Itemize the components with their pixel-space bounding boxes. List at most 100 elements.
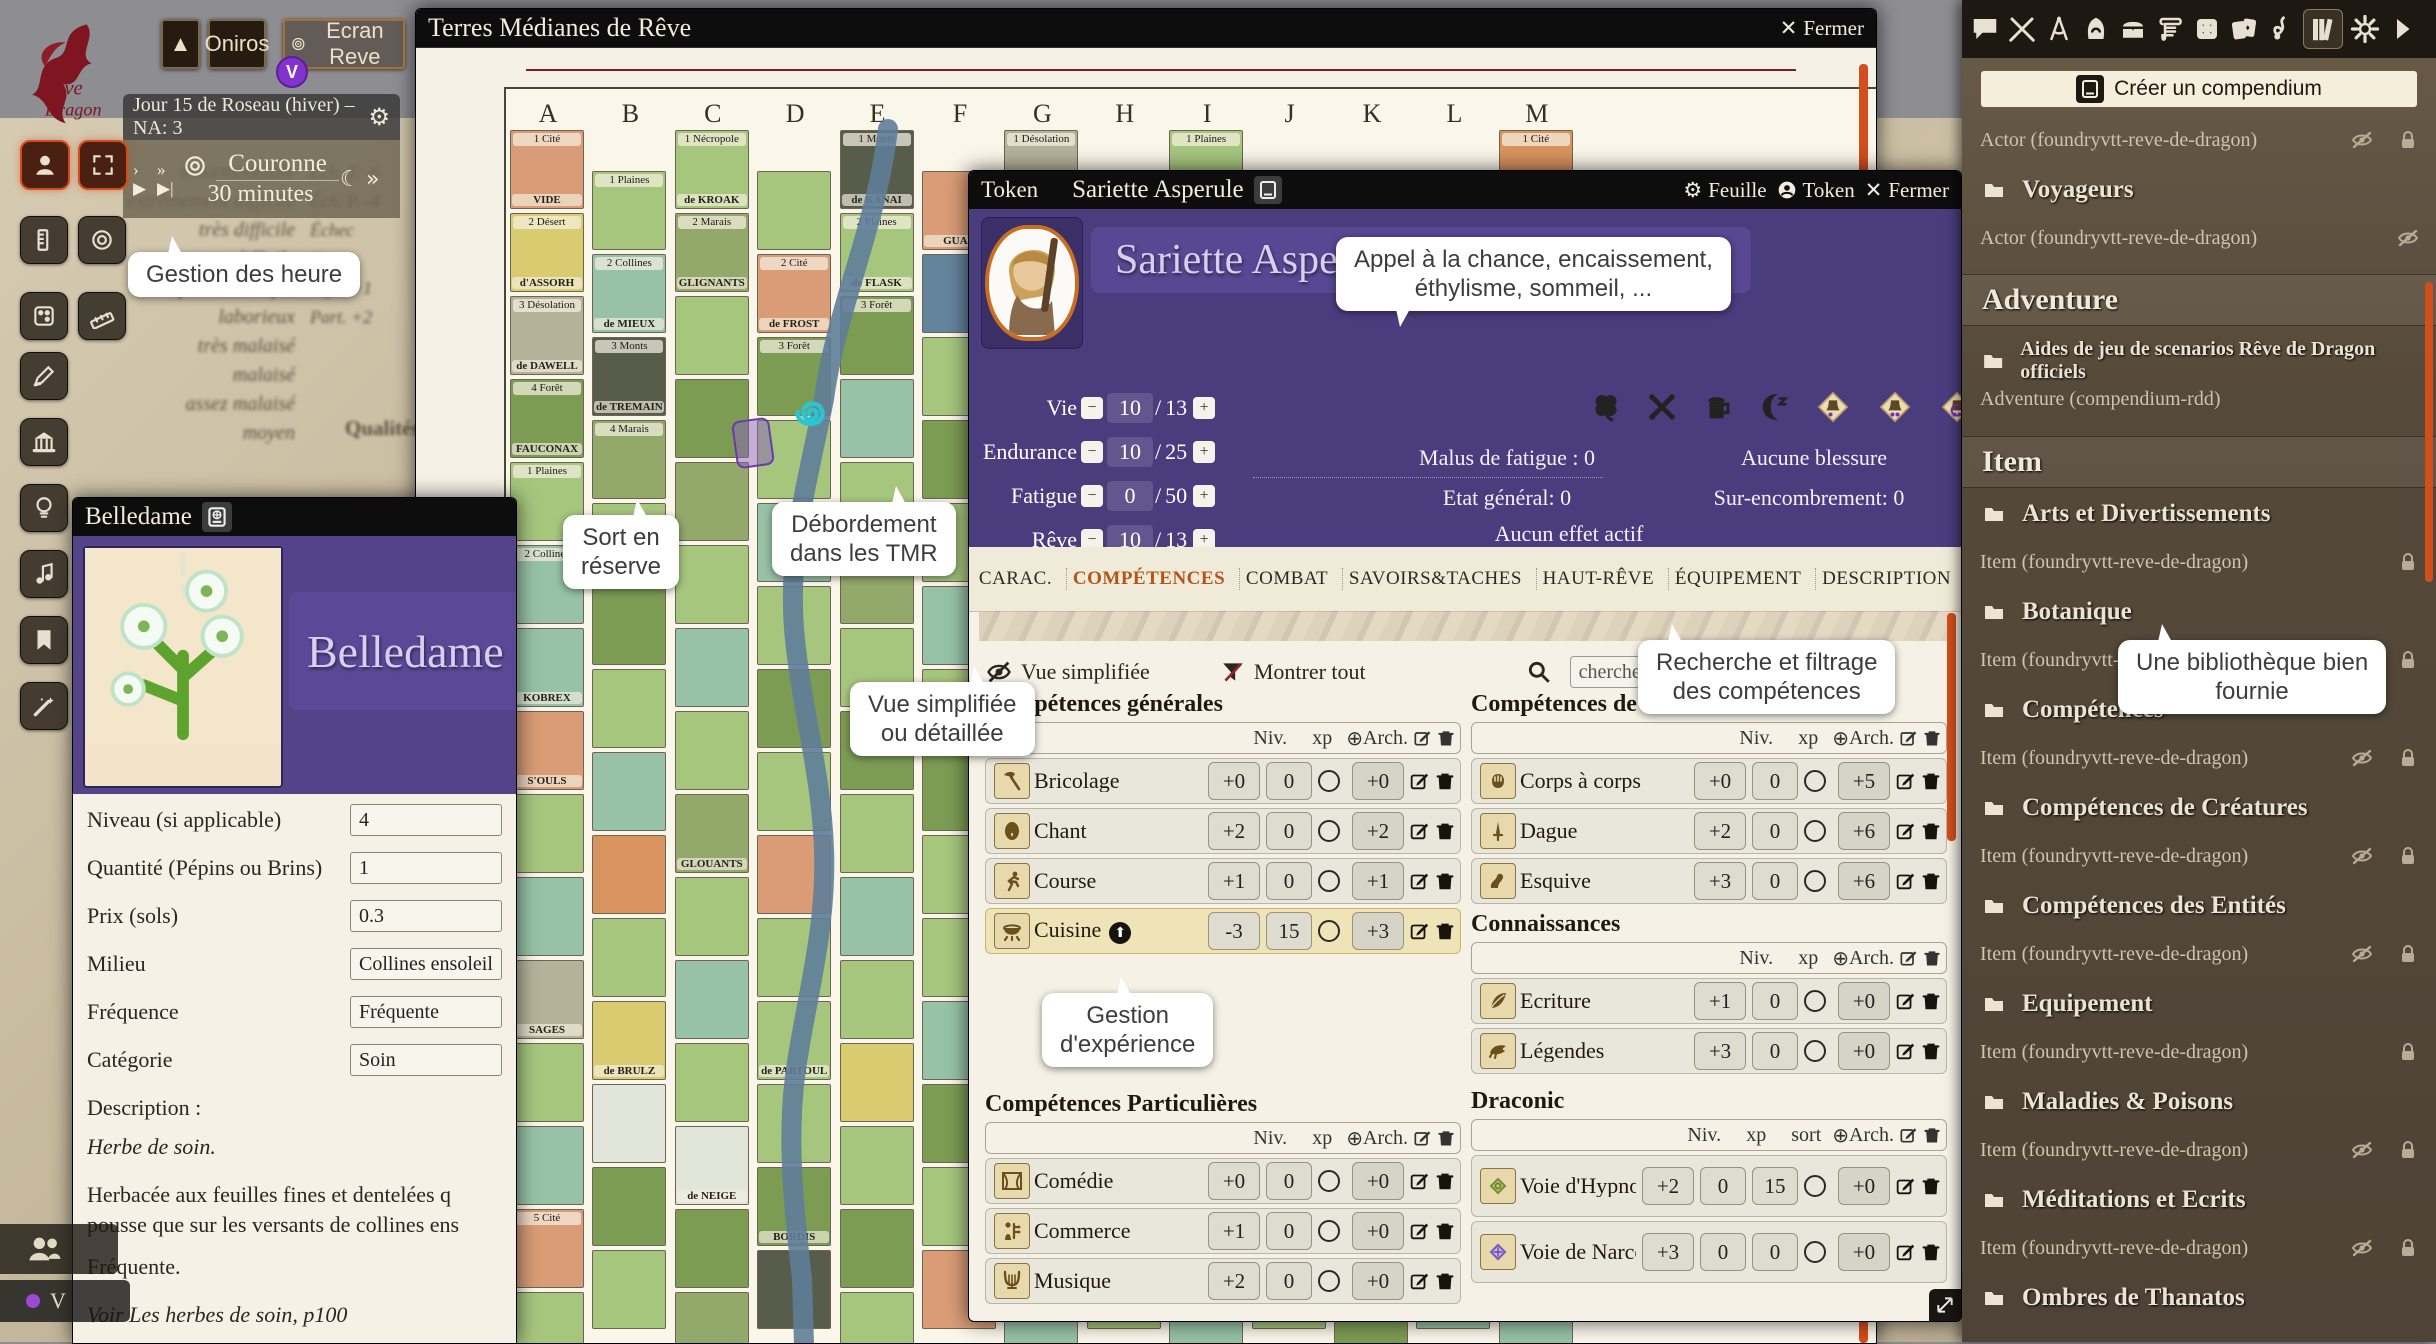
belledame-field-input[interactable]: 0.3: [350, 900, 502, 932]
edit-skill-icon[interactable]: [1408, 920, 1430, 942]
vue-simplifiee-toggle[interactable]: Vue simplifiée: [1021, 659, 1150, 685]
tmr-cell-B10[interactable]: [592, 918, 666, 997]
skill-xp[interactable]: 0: [1266, 862, 1312, 900]
skill-row-dague[interactable]: Dague+20+6: [1471, 808, 1947, 854]
tmr-cell-A12[interactable]: [510, 1043, 584, 1122]
tmr-cell-E15[interactable]: [840, 1292, 914, 1344]
skill-row-cuisine[interactable]: Cuisine⬆-315+3: [985, 908, 1461, 954]
tmr-cell-E12[interactable]: [840, 1043, 914, 1122]
skill-row-voie-de-narcos[interactable]: Voie de Narcos+300+0: [1471, 1221, 1947, 1283]
belledame-field-input[interactable]: 4: [350, 804, 502, 836]
tmr-cell-E10[interactable]: [840, 877, 914, 956]
delete-skill-icon[interactable]: [1434, 770, 1456, 792]
skill-xp[interactable]: 0: [1266, 1212, 1312, 1250]
tmr-cell-A15[interactable]: [510, 1292, 584, 1344]
tab-carac[interactable]: CARAC.: [973, 568, 1058, 590]
tmr-titlebar[interactable]: Terres Médianes de Rêve ✕Fermer: [416, 9, 1876, 48]
stat-plus-button[interactable]: +: [1193, 397, 1215, 419]
advance-small[interactable]: ›: [133, 160, 157, 179]
skill-row-esquive[interactable]: Esquive+30+6: [1471, 858, 1947, 904]
edit-skill-icon[interactable]: [1894, 990, 1916, 1012]
tmr-cell-C5[interactable]: [675, 462, 749, 541]
experience-up-icon[interactable]: ⬆: [1109, 922, 1131, 944]
tmr-cell-A7[interactable]: KOBREX: [510, 628, 584, 707]
delete-skill-icon[interactable]: [1434, 1270, 1456, 1292]
tmr-cell-B11[interactable]: de BRULZ: [592, 1001, 666, 1080]
skill-row-ecriture[interactable]: Ecriture+10+0: [1471, 978, 1947, 1024]
tmr-cell-D7[interactable]: [757, 669, 831, 748]
tmr-cell-A13[interactable]: [510, 1126, 584, 1205]
skill-niveau[interactable]: +3: [1694, 1032, 1746, 1070]
tmr-cell-C15[interactable]: de GORLO: [675, 1292, 749, 1344]
sheet-scrollbar[interactable]: [1947, 613, 1956, 841]
belledame-field-input[interactable]: Collines ensoleil: [350, 948, 502, 980]
skill-xp[interactable]: 15: [1266, 912, 1312, 950]
tmr-cell-B6[interactable]: [592, 586, 666, 665]
edit-skill-icon[interactable]: [1894, 820, 1916, 842]
sheet-config-button[interactable]: ⚙Feuille: [1683, 178, 1766, 203]
stat-value[interactable]: 0: [1107, 481, 1153, 511]
skill-xp[interactable]: 0: [1752, 982, 1798, 1020]
resize-handle[interactable]: [1929, 1289, 1961, 1321]
avatar[interactable]: [981, 217, 1083, 349]
lock-icon[interactable]: [2396, 648, 2420, 672]
lock-icon[interactable]: [2396, 550, 2420, 574]
delete-skill-icon[interactable]: [1434, 1220, 1456, 1242]
skill-roll-circle[interactable]: [1804, 820, 1826, 842]
skill-niveau[interactable]: +2: [1694, 812, 1746, 850]
skill-archetype[interactable]: +0: [1838, 1032, 1890, 1070]
players-list[interactable]: V: [0, 1280, 130, 1322]
skip-button[interactable]: ▶|: [157, 179, 181, 198]
tmr-cell-C10[interactable]: [675, 877, 749, 956]
montrer-tout-toggle[interactable]: Montrer tout: [1254, 659, 1366, 685]
header-plus-icon[interactable]: ⊕: [1832, 946, 1849, 970]
lock-icon[interactable]: [2396, 844, 2420, 868]
tmr-cell-D1[interactable]: [757, 171, 831, 250]
skill-roll-circle[interactable]: [1318, 820, 1340, 842]
belledame-item-image[interactable]: [83, 546, 283, 788]
skill-roll-circle[interactable]: [1318, 1270, 1340, 1292]
tmr-cell-D2[interactable]: 2 Citéde FROST: [757, 254, 831, 333]
tmr-cell-B9[interactable]: [592, 835, 666, 914]
skill-roll-circle[interactable]: [1804, 1241, 1826, 1263]
skill-row-course[interactable]: Course+10+1: [985, 858, 1461, 904]
skill-niveau[interactable]: +2: [1208, 812, 1260, 850]
tmr-cell-B4[interactable]: 4 Marais: [592, 420, 666, 499]
tmr-cell-C1[interactable]: 1 Nécropolede KROAK: [675, 130, 749, 209]
tmr-cell-C7[interactable]: [675, 628, 749, 707]
calendar-gear-icon[interactable]: ⚙: [368, 103, 390, 132]
compendium-folder[interactable]: Ombres de Thanatos: [1980, 1284, 2420, 1312]
compendium-folder[interactable]: Arts et Divertissements: [1980, 500, 2420, 528]
skill-row-corps---corps[interactable]: Corps à corps+00+5: [1471, 758, 1947, 804]
stat-minus-button[interactable]: −: [1081, 397, 1103, 419]
visibility-eye-slash-icon[interactable]: [2350, 1236, 2374, 1260]
compendium-folder[interactable]: Equipement: [1980, 990, 2420, 1018]
blessure-legere-icon[interactable]: [1813, 387, 1853, 427]
tmr-cell-B12[interactable]: [592, 1084, 666, 1163]
visibility-eye-slash-icon[interactable]: [2350, 1138, 2374, 1162]
tmr-cell-B3[interactable]: 3 Montsde TREMAIN: [592, 337, 666, 416]
skill-niveau[interactable]: +2: [1208, 1262, 1260, 1300]
actor-sheet-titlebar[interactable]: Token Sariette Asperule ⚙Feuille Token ✕…: [969, 171, 1961, 210]
calendar-bar[interactable]: Jour 15 de Roseau (hiver) – NA: 3 ⚙: [123, 94, 400, 140]
items-chest-icon[interactable]: [2118, 14, 2148, 44]
skill-xp[interactable]: 0: [1266, 1162, 1312, 1200]
ethylisme-beer-icon[interactable]: [1701, 390, 1735, 424]
skill-niveau[interactable]: +1: [1694, 982, 1746, 1020]
tab-description[interactable]: DESCRIPTION: [1815, 568, 1957, 590]
skill-xp[interactable]: 0: [1266, 1262, 1312, 1300]
stat-minus-button[interactable]: −: [1081, 529, 1103, 547]
compendium-folder[interactable]: Botanique: [1980, 598, 2420, 626]
actors-hood-icon[interactable]: [2081, 14, 2111, 44]
compendium-folder[interactable]: Méditations et Ecrits: [1980, 1186, 2420, 1214]
lock-icon[interactable]: [2396, 942, 2420, 966]
demi-reve-marker[interactable]: [731, 417, 775, 470]
skill-niveau[interactable]: +1: [1208, 862, 1260, 900]
tmr-cell-A10[interactable]: [510, 877, 584, 956]
skill-archetype[interactable]: +2: [1352, 812, 1404, 850]
create-compendium-button[interactable]: Créer un compendium: [1980, 70, 2418, 108]
stat-value[interactable]: 10: [1107, 437, 1153, 467]
skill-niveau[interactable]: +0: [1208, 1162, 1260, 1200]
skill-row-musique[interactable]: Musique+20+0: [985, 1258, 1461, 1304]
edit-skill-icon[interactable]: [1894, 770, 1916, 792]
